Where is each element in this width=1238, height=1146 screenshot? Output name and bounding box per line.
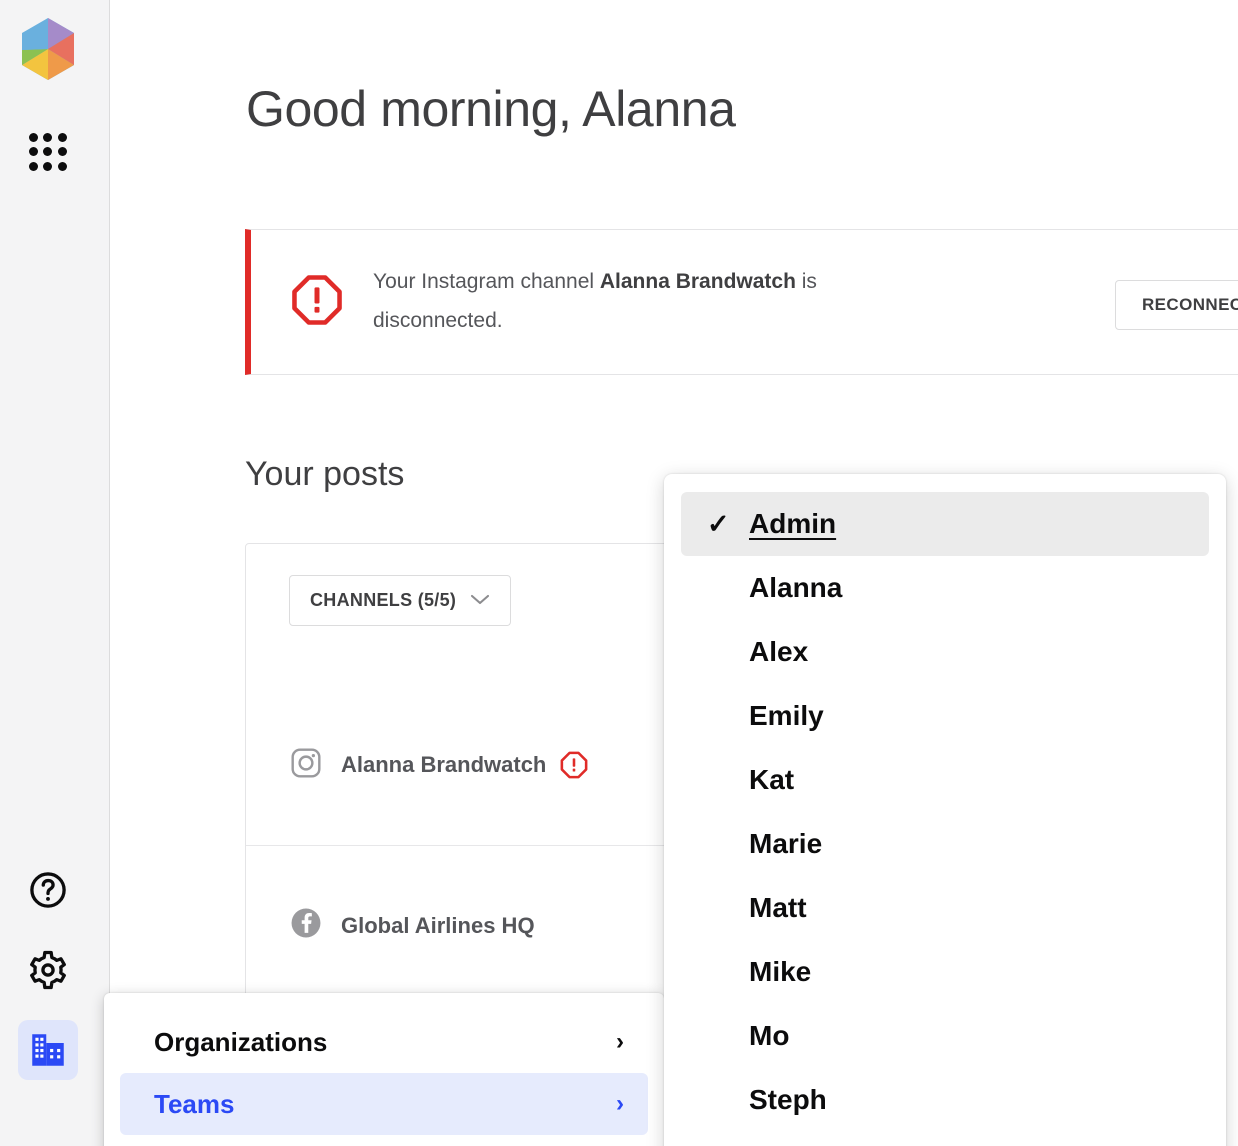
menu-item-label: Steph [749,1084,827,1115]
grid-dot [43,161,53,171]
help-icon[interactable] [18,860,78,920]
menu-item-label: Alex [749,636,809,667]
menu-item-alex[interactable]: Alex [681,620,1209,684]
menu-item-label: Emily [749,700,824,731]
grid-dot [29,147,38,157]
chevron-right-icon: › [616,1090,624,1117]
alert-channel-name: Alanna Brandwatch [599,270,796,294]
channel-disconnected-alert: Your Instagram channel Alanna Brandwatch… [245,229,1238,375]
menu-item-admin[interactable]: ✓ Admin [681,492,1209,556]
chevron-down-icon [470,590,490,611]
channels-filter-button[interactable]: CHANNELS (5/5) [289,575,512,626]
gear-svg [30,950,66,990]
alert-message: Your Instagram channel Alanna Brandwatch… [373,263,913,341]
menu-item-label: Matt [749,892,807,923]
sidebar-item-organizations[interactable] [18,1020,78,1080]
menu-item-label: Organizations [154,1026,328,1057]
grid-dot [57,147,67,157]
channel-name: Global Airlines HQ [341,912,535,938]
instagram-svg [291,747,321,778]
error-octagon-svg [292,274,342,325]
menu-item-teams[interactable]: Teams › [120,1073,648,1135]
menu-item-label: Alanna [749,572,843,603]
alert-text-before: Your Instagram channel [373,270,600,294]
error-octagon-icon [291,274,343,331]
grid-dot [57,161,67,171]
channels-filter-label: CHANNELS (5/5) [310,590,457,610]
menu-item-mo[interactable]: Mo [681,1004,1209,1068]
apps-grid-icon[interactable] [26,130,70,174]
menu-item-label: Marie [749,828,823,859]
menu-item-organizations[interactable]: Organizations › [120,1011,648,1073]
menu-item-label: Teams [154,1088,235,1119]
menu-item-label: Admin [749,508,837,539]
your-posts-heading: Your posts [245,455,405,493]
grid-dot [57,133,67,142]
menu-item-marie[interactable]: Marie [681,812,1209,876]
organizations-flyout-menu: Organizations › Teams › [104,993,664,1146]
menu-item-emily[interactable]: Emily [681,684,1209,748]
chevron-right-icon: › [616,1028,624,1055]
menu-item-label: Mike [749,956,812,987]
grid-dot [43,133,53,142]
instagram-icon [289,746,323,785]
chevron-down-svg [471,594,490,605]
hex-logo-svg [22,18,74,80]
check-icon: ✓ [707,508,730,539]
menu-item-steph[interactable]: Steph [681,1068,1209,1132]
team-members-flyout-menu: ✓ Admin Alanna Alex Emily Kat Marie Matt [664,474,1226,1146]
alert-actions: RECONNECT [1115,280,1238,330]
app-root: Good morning, Alanna Your Instagram chan… [0,0,1238,1146]
error-octagon-svg [560,751,588,779]
page-title: Good morning, Alanna [246,81,736,137]
channel-name: Alanna Brandwatch [341,752,547,777]
grid-dot [29,133,38,142]
facebook-svg [291,908,321,938]
menu-item-kat[interactable]: Kat [681,748,1209,812]
facebook-icon [289,906,323,945]
menu-item-label: Kat [749,764,795,795]
channel-warning-icon[interactable] [560,751,588,779]
reconnect-button[interactable]: RECONNECT [1115,280,1238,330]
menu-item-alanna[interactable]: Alanna [681,556,1209,620]
menu-item-matt[interactable]: Matt [681,876,1209,940]
menu-item-label: Mo [749,1020,790,1051]
left-rail [0,0,110,1146]
hootsuite-hex-logo[interactable] [18,16,78,82]
grid-dot [43,147,53,157]
gear-icon[interactable] [18,940,78,1000]
grid-dot [29,161,38,171]
organizations-icon [32,1034,64,1066]
menu-item-mike[interactable]: Mike [681,940,1209,1004]
help-circle-svg [30,872,66,908]
